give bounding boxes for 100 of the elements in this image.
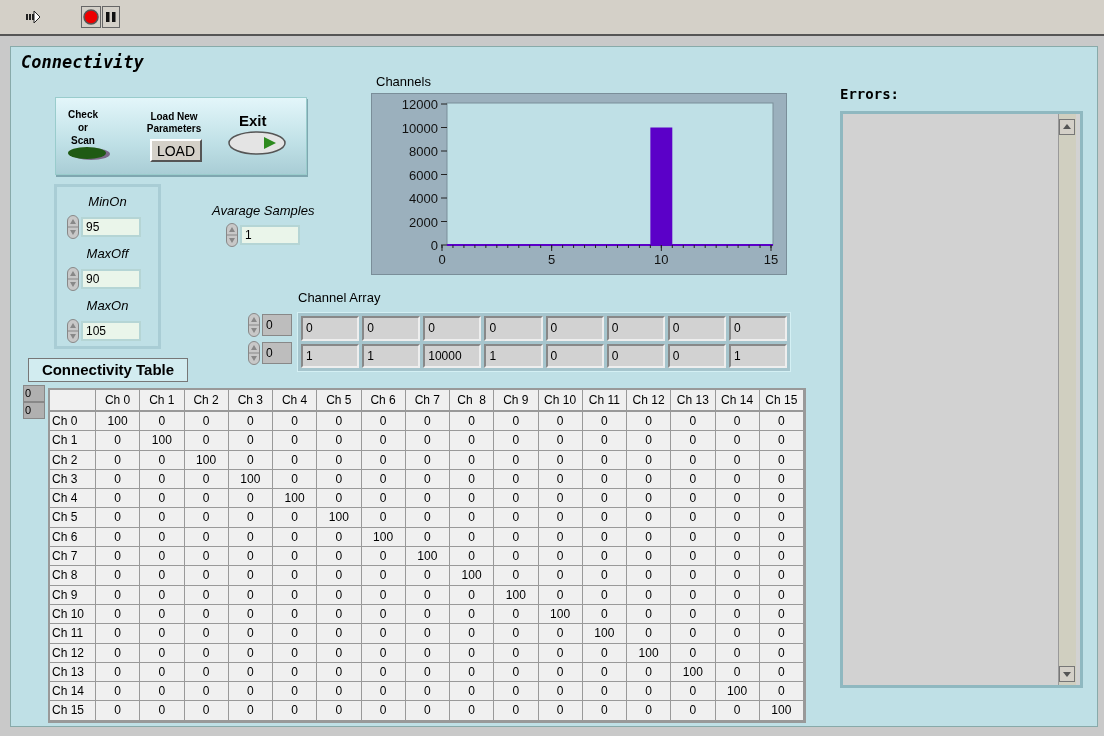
array-element[interactable]: 1 [728,343,787,368]
table-cell: 0 [450,547,495,567]
table-cell: 0 [228,585,273,605]
table-cell: 0 [184,662,229,683]
table-cell: 0 [450,527,495,548]
array-element[interactable]: 10000 [423,343,482,368]
table-cell: 0 [184,412,229,432]
numeric-field[interactable]: 1 [240,225,300,245]
column-header: Ch 12 [627,390,672,412]
table-cell: 0 [361,585,406,605]
spin-buttons[interactable] [67,319,79,343]
check-scan-switch[interactable] [68,147,106,159]
numeric-field[interactable]: 105 [81,321,141,341]
y-tick-label: 8000 [409,144,438,159]
table-cell: 0 [361,469,406,490]
errors-label: Errors: [840,86,899,102]
table-cell: 0 [273,604,318,625]
run-arrow-icon[interactable] [25,10,41,24]
table-cell: 0 [405,489,450,509]
table-cell: 0 [582,469,627,490]
spin-buttons[interactable] [226,223,238,247]
array-element[interactable]: 0 [362,316,421,341]
table-cell: 0 [361,662,406,683]
table-cell: 0 [140,585,185,605]
table-cell: 0 [96,585,141,605]
table-cell: 0 [671,412,716,432]
array-element[interactable]: 1 [484,343,543,368]
table-cell: 0 [96,450,141,470]
array-element[interactable]: 0 [301,316,360,341]
array-element[interactable]: 0 [728,316,787,341]
array-element[interactable]: 0 [423,316,482,341]
numeric-field[interactable]: 90 [81,269,141,289]
table-cell: 0 [450,450,495,470]
array-index[interactable]: 0 [262,342,292,364]
array-element[interactable]: 1 [362,343,421,368]
x-tick-label: 5 [548,252,556,267]
exit-button[interactable] [228,131,286,155]
x-tick-label: 0 [438,252,446,267]
table-cell: 0 [140,469,185,490]
table-cell: 0 [361,412,406,432]
table-cell: 0 [140,527,185,548]
array-element[interactable]: 0 [667,316,726,341]
table-cell: 0 [450,412,495,432]
table-cell: 0 [627,450,672,470]
panel-title: Connectivity [21,52,144,72]
array-element[interactable]: 1 [301,343,360,368]
table-cell: 0 [361,643,406,663]
table-cell: 0 [405,604,450,625]
table-cell: 0 [494,624,539,644]
spin-buttons[interactable] [248,341,260,365]
table-cell: 0 [228,508,273,528]
table-cell: 0 [317,489,362,509]
table-cell: 100 [405,547,450,567]
table-index[interactable]: 0 [23,385,45,402]
table-cell: 0 [582,585,627,605]
table-cell: 100 [450,566,495,586]
table-cell: 0 [715,604,760,625]
scroll-down-button[interactable] [1059,666,1075,682]
x-tick-label: 10 [654,252,669,267]
array-element[interactable]: 0 [484,316,543,341]
spin-buttons[interactable] [67,267,79,291]
table-cell: 0 [671,527,716,548]
array-element[interactable]: 0 [606,343,665,368]
column-header: Ch 0 [96,390,141,412]
scroll-up-button[interactable] [1059,119,1075,135]
array-element[interactable]: 0 [606,316,665,341]
array-element[interactable]: 0 [545,343,604,368]
table-cell: 0 [582,489,627,509]
table-cell: 0 [582,662,627,683]
table-cell: 0 [715,431,760,451]
scrollbar[interactable] [1058,114,1076,685]
row-header: Ch 9 [50,585,96,605]
table-cell: 0 [140,566,185,586]
y-tick-label: 12000 [401,97,438,112]
table-cell: 0 [140,489,185,509]
load-button[interactable]: LOAD [150,139,202,162]
table-cell: 0 [96,701,141,721]
table-cell: 0 [317,585,362,605]
table-cell: 0 [715,566,760,586]
table-cell: 0 [759,624,804,644]
array-index[interactable]: 0 [262,314,292,336]
average-samples-label: Avarage Samples [212,203,315,218]
column-header: Ch 8 [450,390,495,412]
table-cell: 0 [228,566,273,586]
table-cell: 0 [538,566,583,586]
table-cell: 0 [317,431,362,451]
numeric-field[interactable]: 95 [81,217,141,237]
table-cell: 100 [317,508,362,528]
array-element[interactable]: 0 [667,343,726,368]
array-element[interactable]: 0 [545,316,604,341]
table-cell: 0 [405,431,450,451]
stop-icon[interactable] [81,6,101,28]
table-cell: 0 [317,412,362,432]
spin-buttons[interactable] [248,313,260,337]
pause-icon[interactable] [102,6,120,28]
table-cell: 0 [582,412,627,432]
table-cell: 0 [228,412,273,432]
table-index[interactable]: 0 [23,402,45,419]
spin-buttons[interactable] [67,215,79,239]
table-cell: 0 [450,624,495,644]
